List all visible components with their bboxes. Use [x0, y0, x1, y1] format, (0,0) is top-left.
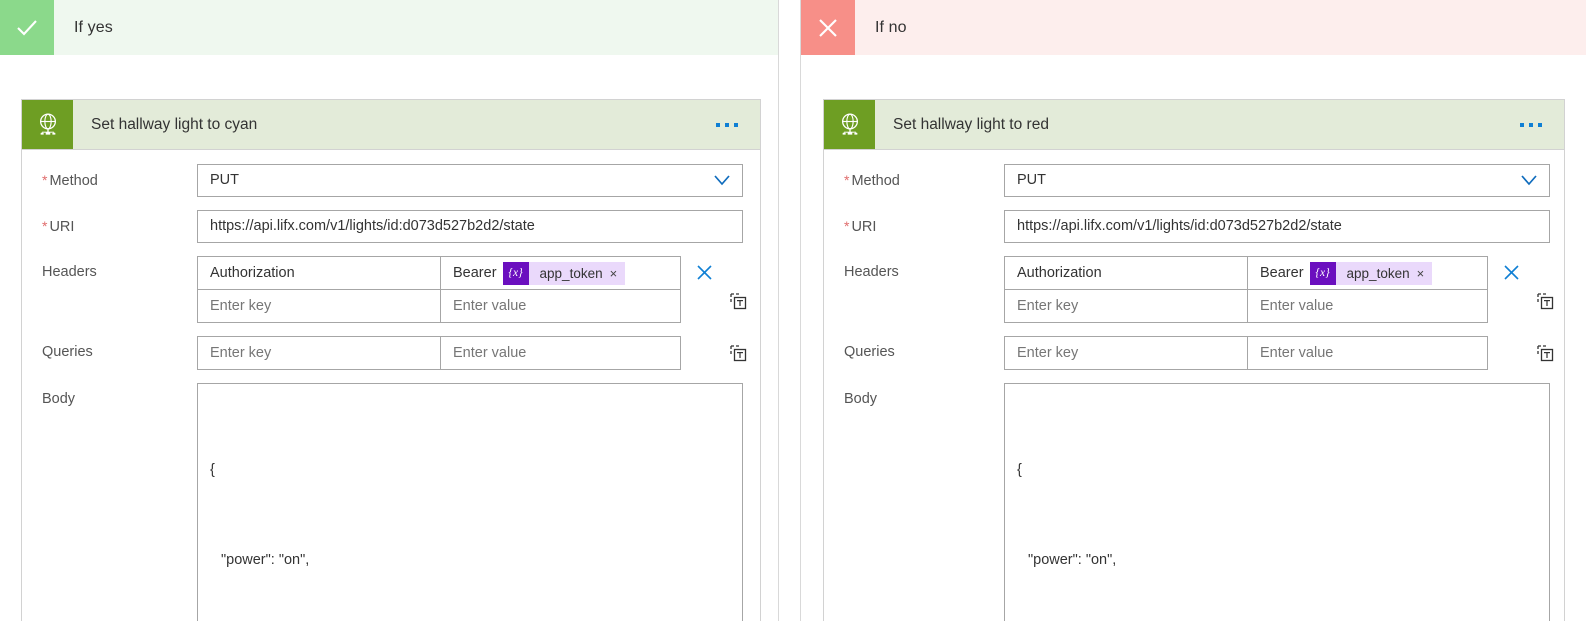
label-queries: Queries [42, 336, 197, 360]
switch-to-text-mode-icon[interactable] [723, 284, 753, 317]
method-select[interactable]: PUT [197, 164, 743, 197]
label-uri: *URI [844, 210, 1004, 235]
dynamic-token-chip[interactable]: {x} app_token × [1310, 262, 1433, 285]
token-label: app_token [529, 266, 608, 281]
queries-row-empty: Enter key Enter value [1005, 337, 1488, 370]
action-card-body: *Method PUT [22, 150, 760, 621]
queries-row-empty: Enter key Enter value [198, 337, 681, 370]
switch-to-text-mode-icon[interactable] [723, 336, 753, 369]
headers-key-value-table: Authorization Bearer {x} app_token × [1004, 256, 1488, 323]
field-row-headers: Headers Authorization Bearer {x} [824, 256, 1564, 323]
required-asterisk: * [844, 218, 849, 234]
expression-token-icon: {x} [1310, 262, 1336, 285]
action-card-set-hallway-light-to-red: Set hallway light to red *Method PUT [823, 100, 1565, 621]
cross-icon [801, 0, 855, 55]
action-card-title: Set hallway light to cyan [73, 100, 706, 149]
body-line: "power": "on", [1017, 545, 1537, 575]
field-row-headers: Headers Authorization Bearer {x} [22, 256, 760, 323]
branch-header-if-yes: If yes [0, 0, 778, 55]
token-label: app_token [1336, 266, 1415, 281]
headers-row-empty: Enter key Enter value [1005, 290, 1488, 323]
field-row-method: *Method PUT [22, 164, 760, 197]
method-select[interactable]: PUT [1004, 164, 1550, 197]
field-row-uri: *URI https://api.lifx.com/v1/lights/id:d… [824, 210, 1564, 243]
label-body: Body [844, 383, 1004, 407]
branch-if-yes: If yes [0, 0, 779, 621]
headers-key-value-table: Authorization Bearer {x} app_token × [197, 256, 681, 323]
header-value-input[interactable]: Enter value [441, 290, 681, 323]
uri-input[interactable]: https://api.lifx.com/v1/lights/id:d073d5… [197, 210, 743, 243]
header-value-input[interactable]: Bearer {x} app_token × [441, 257, 681, 290]
field-row-body: Body { "power": "on", "color": "red" } [824, 383, 1564, 621]
query-value-input[interactable]: Enter value [1248, 337, 1488, 370]
action-card-header[interactable]: Set hallway light to red [823, 99, 1565, 150]
field-row-body: Body { "power": "on", "color": "cyan" } [22, 383, 760, 621]
query-value-input[interactable]: Enter value [441, 337, 681, 370]
header-value-prefix: Bearer [453, 265, 497, 281]
branch-title-if-no: If no [855, 0, 1586, 55]
queries-spacer [1498, 336, 1524, 369]
label-uri: *URI [42, 210, 197, 235]
field-row-queries: Queries Enter key Enter value [824, 336, 1564, 370]
label-method: *Method [844, 164, 1004, 189]
branch-header-if-no: If no [801, 0, 1586, 55]
header-value-prefix: Bearer [1260, 265, 1304, 281]
ellipsis-menu-icon[interactable] [706, 100, 760, 149]
uri-input[interactable]: https://api.lifx.com/v1/lights/id:d073d5… [1004, 210, 1550, 243]
header-key-input[interactable]: Authorization [1005, 257, 1248, 290]
headers-row-empty: Enter key Enter value [198, 290, 681, 323]
label-headers: Headers [844, 256, 1004, 280]
body-textarea[interactable]: { "power": "on", "color": "red" } [1004, 383, 1550, 621]
body-line: "power": "on", [210, 545, 730, 575]
field-row-uri: *URI https://api.lifx.com/v1/lights/id:d… [22, 210, 760, 243]
action-card-set-hallway-light-to-cyan: Set hallway light to cyan *Method PUT [21, 100, 761, 621]
body-line: { [1017, 455, 1537, 485]
query-key-input[interactable]: Enter key [198, 337, 441, 370]
label-queries: Queries [844, 336, 1004, 360]
delete-header-row-icon[interactable] [1498, 256, 1524, 289]
queries-key-value-table: Enter key Enter value [197, 336, 681, 370]
body-textarea[interactable]: { "power": "on", "color": "cyan" } [197, 383, 743, 621]
query-key-input[interactable]: Enter key [1005, 337, 1248, 370]
switch-to-text-mode-icon[interactable] [1530, 284, 1560, 317]
header-key-input[interactable]: Enter key [1005, 290, 1248, 323]
token-remove-icon[interactable]: × [608, 267, 626, 280]
required-asterisk: * [42, 172, 47, 188]
dynamic-token-chip[interactable]: {x} app_token × [503, 262, 626, 285]
ellipsis-menu-icon[interactable] [1510, 100, 1564, 149]
label-body: Body [42, 383, 197, 407]
header-key-input[interactable]: Enter key [198, 290, 441, 323]
token-remove-icon[interactable]: × [1415, 267, 1433, 280]
delete-header-row-icon[interactable] [691, 256, 717, 289]
action-card-body: *Method PUT [824, 150, 1564, 621]
branch-if-no: If no [800, 0, 1586, 621]
required-asterisk: * [844, 172, 849, 188]
headers-row-authorization: Authorization Bearer {x} app_token × [198, 257, 681, 290]
expression-token-icon: {x} [503, 262, 529, 285]
label-headers: Headers [42, 256, 197, 280]
body-line: { [210, 455, 730, 485]
field-row-queries: Queries Enter key Enter value [22, 336, 760, 370]
headers-row-authorization: Authorization Bearer {x} app_token × [1005, 257, 1488, 290]
switch-to-text-mode-icon[interactable] [1530, 336, 1560, 369]
action-card-title: Set hallway light to red [875, 100, 1510, 149]
header-value-input[interactable]: Enter value [1248, 290, 1488, 323]
action-card-header[interactable]: Set hallway light to cyan [21, 99, 761, 150]
label-method: *Method [42, 164, 197, 189]
required-asterisk: * [42, 218, 47, 234]
condition-branches-canvas: If yes [0, 0, 1586, 621]
queries-key-value-table: Enter key Enter value [1004, 336, 1488, 370]
check-icon [0, 0, 54, 55]
header-value-input[interactable]: Bearer {x} app_token × [1248, 257, 1488, 290]
header-key-input[interactable]: Authorization [198, 257, 441, 290]
queries-spacer [691, 336, 717, 369]
http-globe-icon [22, 100, 73, 149]
http-globe-icon [824, 100, 875, 149]
field-row-method: *Method PUT [824, 164, 1564, 197]
branch-title-if-yes: If yes [54, 0, 778, 55]
